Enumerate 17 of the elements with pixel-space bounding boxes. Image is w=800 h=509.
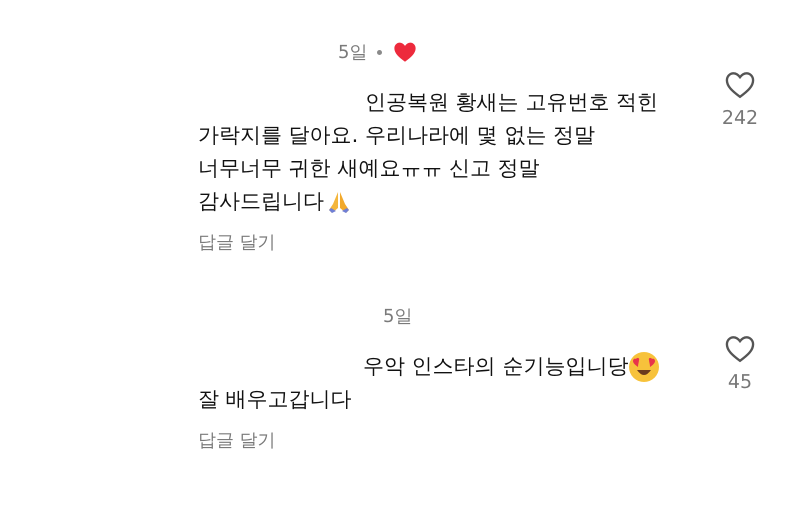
comment-text: 감사드립니다: [198, 188, 324, 215]
like-icon[interactable]: [724, 70, 756, 99]
comment-text: 잘 배우고갑니다: [198, 386, 352, 413]
like-count: 45: [728, 370, 752, 393]
comment-time: 5일: [338, 41, 368, 64]
separator-dot: [377, 50, 382, 54]
like-count: 242: [722, 106, 758, 129]
comment-text: 너무너무 귀한 새예요ㅠㅠ 신고 정말: [198, 155, 540, 182]
author-liked-heart-icon: [392, 40, 418, 64]
comment-text: 인공복원 황새는 고유번호 적힌: [365, 89, 658, 116]
comment-text: 우악 인스타의 순기능입니당: [363, 353, 628, 380]
like-icon[interactable]: [724, 334, 756, 363]
heart-eyes-face-icon: [628, 350, 660, 382]
comment-time: 5일: [383, 305, 412, 328]
reply-link[interactable]: 답글 달기: [198, 428, 660, 452]
comment-text: 가락지를 달아요. 우리나라에 몇 없는 정말: [198, 122, 596, 149]
reply-link[interactable]: 답글 달기: [198, 230, 658, 254]
